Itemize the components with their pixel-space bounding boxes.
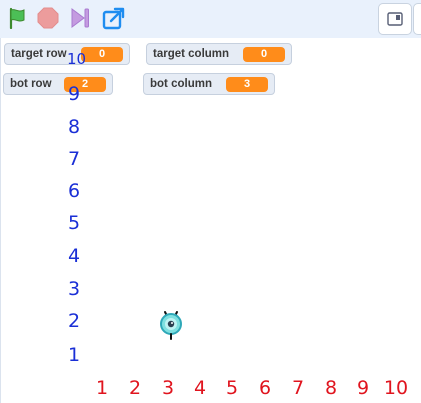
small-stage-button[interactable] bbox=[378, 3, 412, 35]
monitor-bot-row[interactable]: bot row 2 bbox=[3, 73, 113, 95]
y-label: 7 bbox=[67, 148, 81, 170]
y-label: 1 bbox=[67, 344, 81, 366]
monitor-value: 0 bbox=[81, 46, 123, 62]
y-label: 10 bbox=[67, 50, 87, 68]
y-label: 3 bbox=[67, 278, 81, 300]
y-label: 9 bbox=[67, 83, 81, 105]
x-label: 3 bbox=[161, 377, 175, 399]
x-label: 5 bbox=[225, 377, 239, 399]
small-stage-icon bbox=[387, 12, 403, 26]
monitor-label: bot row bbox=[10, 78, 52, 90]
turbo-icon[interactable] bbox=[67, 5, 93, 31]
monitor-target-column[interactable]: target column 0 bbox=[146, 43, 292, 65]
x-label: 9 bbox=[356, 377, 370, 399]
x-label: 8 bbox=[324, 377, 338, 399]
y-label: 5 bbox=[67, 212, 81, 234]
green-flag-icon[interactable] bbox=[4, 5, 30, 31]
x-label: 4 bbox=[193, 377, 207, 399]
bot-icon bbox=[160, 311, 182, 340]
monitor-label: bot column bbox=[150, 78, 212, 90]
stage[interactable]: target row 0 target column 0 bot row 2 b… bbox=[0, 38, 421, 403]
monitor-bot-column[interactable]: bot column 3 bbox=[143, 73, 275, 95]
large-stage-button[interactable] bbox=[413, 3, 421, 35]
monitor-value: 3 bbox=[226, 76, 268, 92]
x-label: 1 bbox=[95, 377, 109, 399]
y-label: 2 bbox=[67, 310, 81, 332]
stop-icon[interactable] bbox=[35, 5, 61, 31]
bot-sprite[interactable] bbox=[158, 308, 184, 340]
monitor-label: target column bbox=[153, 48, 230, 60]
share-icon[interactable] bbox=[101, 5, 127, 31]
x-label: 6 bbox=[258, 377, 272, 399]
x-label: 7 bbox=[291, 377, 305, 399]
monitor-label: target row bbox=[11, 48, 67, 60]
y-label: 8 bbox=[67, 116, 81, 138]
monitor-value: 0 bbox=[243, 46, 285, 62]
y-label: 4 bbox=[67, 245, 81, 267]
stage-toolbar bbox=[0, 0, 421, 38]
y-label: 6 bbox=[67, 180, 81, 202]
x-label: 10 bbox=[383, 377, 409, 399]
x-label: 2 bbox=[128, 377, 142, 399]
